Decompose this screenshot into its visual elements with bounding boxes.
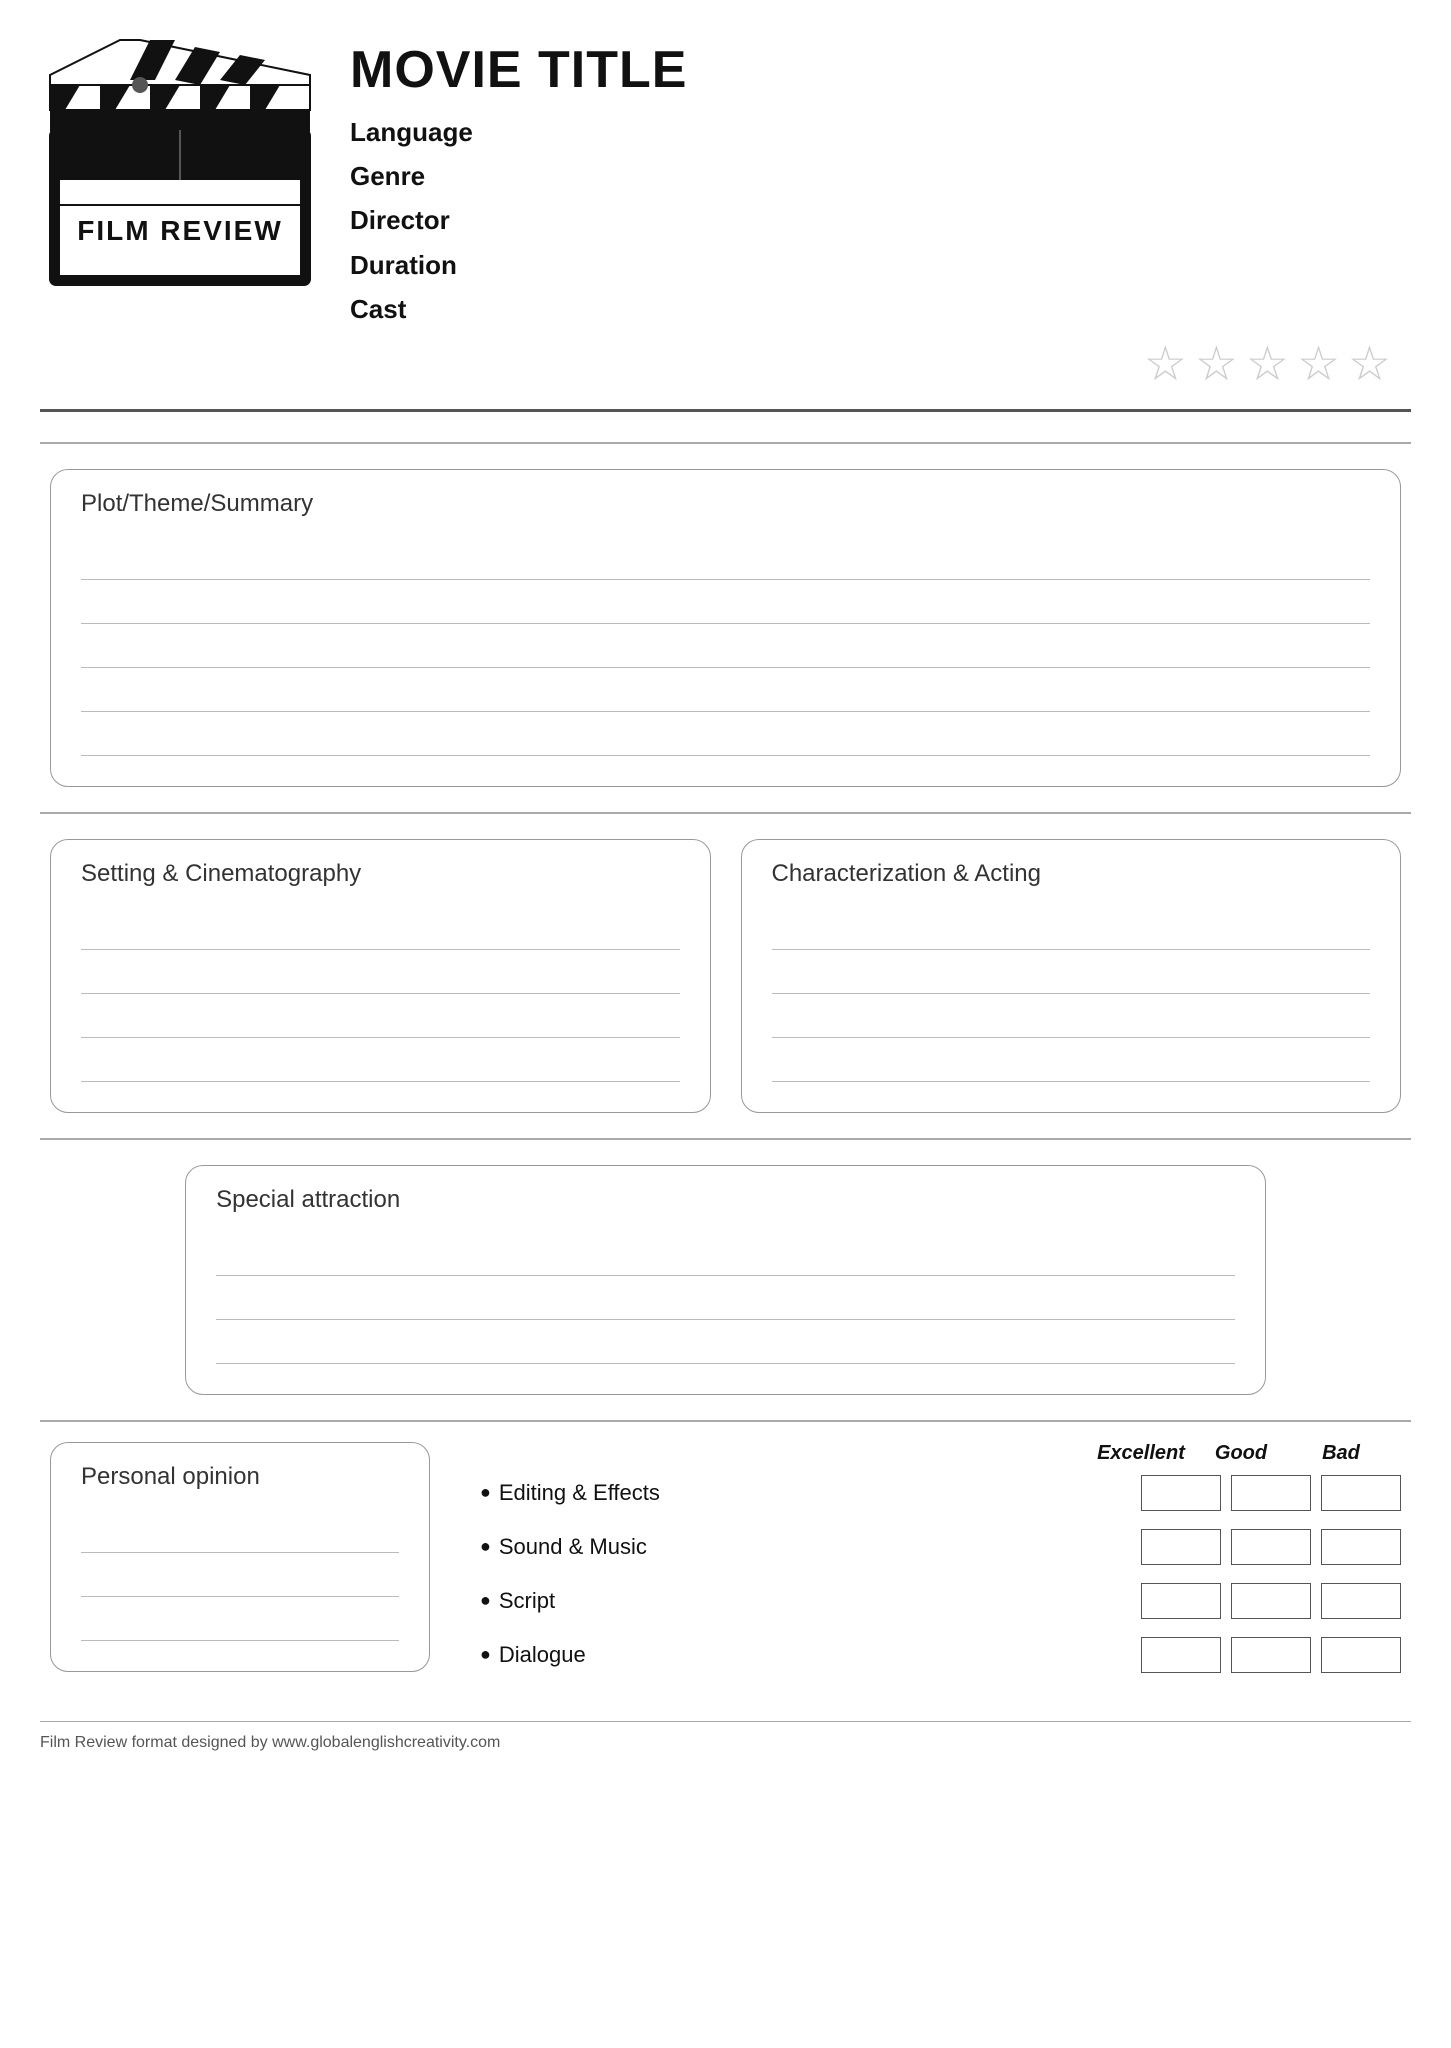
director-field: Director [350,198,1411,242]
label-dialogue: Dialogue [499,1642,1131,1668]
clapperboard-logo: FILM REVIEW [40,30,320,300]
setting-line-1[interactable] [81,906,680,950]
setting-line-3[interactable] [81,994,680,1038]
editing-good-checkbox[interactable] [1231,1475,1311,1511]
plot-line-3[interactable] [81,624,1370,668]
col-good: Good [1191,1442,1291,1465]
star-5[interactable]: ☆ [1348,341,1391,389]
ratings-header: Excellent Good Bad [480,1442,1401,1465]
char-line-3[interactable] [772,994,1371,1038]
bottom-section: Personal opinion Excellent Good Bad ● Ed… [40,1420,1411,1711]
sound-bad-checkbox[interactable] [1321,1529,1401,1565]
language-field: Language [350,110,1411,154]
footer-text: Film Review format designed by www.globa… [40,1734,500,1751]
editing-excellent-checkbox[interactable] [1141,1475,1221,1511]
rating-row-sound: ● Sound & Music [480,1529,1401,1565]
movie-meta: Language Genre Director Duration Cast [350,110,1411,331]
plot-line-1[interactable] [81,536,1370,580]
checkboxes-script [1131,1583,1401,1619]
label-sound: Sound & Music [499,1534,1131,1560]
star-4[interactable]: ☆ [1297,341,1340,389]
personal-title: Personal opinion [81,1463,399,1491]
sound-excellent-checkbox[interactable] [1141,1529,1221,1565]
label-editing: Editing & Effects [499,1480,1131,1506]
setting-lines [81,906,680,1082]
char-line-4[interactable] [772,1038,1371,1082]
svg-text:FILM REVIEW: FILM REVIEW [77,215,283,246]
special-line-1[interactable] [216,1232,1235,1276]
plot-lines [81,536,1370,756]
bullet-editing: ● [480,1482,491,1503]
special-title: Special attraction [216,1186,1235,1214]
label-script: Script [499,1588,1131,1614]
personal-box: Personal opinion [50,1442,430,1672]
personal-line-3[interactable] [81,1597,399,1641]
movie-title: MOVIE TITLE [350,40,1411,100]
two-col-section: Setting & Cinematography Characterizatio… [40,812,1411,1138]
movie-info: MOVIE TITLE Language Genre Director Dura… [350,30,1411,389]
special-line-3[interactable] [216,1320,1235,1364]
cast-field: Cast [350,287,1411,331]
checkboxes-editing [1131,1475,1401,1511]
plot-line-5[interactable] [81,712,1370,756]
star-1[interactable]: ☆ [1144,341,1187,389]
duration-field: Duration [350,243,1411,287]
plot-line-2[interactable] [81,580,1370,624]
characterization-lines [772,906,1371,1082]
bullet-dialogue: ● [480,1644,491,1665]
setting-title: Setting & Cinematography [81,860,680,888]
setting-line-2[interactable] [81,950,680,994]
special-lines [216,1232,1235,1364]
char-line-2[interactable] [772,950,1371,994]
rating-row-editing: ● Editing & Effects [480,1475,1401,1511]
plot-box: Plot/Theme/Summary [50,469,1401,787]
star-rating[interactable]: ☆ ☆ ☆ ☆ ☆ [350,341,1411,389]
col-bad: Bad [1291,1442,1391,1465]
footer: Film Review format designed by www.globa… [40,1721,1411,1752]
checkboxes-sound [1131,1529,1401,1565]
personal-line-2[interactable] [81,1553,399,1597]
bullet-script: ● [480,1590,491,1611]
col-excellent: Excellent [1091,1442,1191,1465]
rating-row-script: ● Script [480,1583,1401,1619]
dialogue-bad-checkbox[interactable] [1321,1637,1401,1673]
personal-lines [81,1509,399,1641]
setting-box: Setting & Cinematography [50,839,711,1113]
special-box: Special attraction [185,1165,1266,1395]
star-3[interactable]: ☆ [1246,341,1289,389]
rating-row-dialogue: ● Dialogue [480,1637,1401,1673]
script-bad-checkbox[interactable] [1321,1583,1401,1619]
script-good-checkbox[interactable] [1231,1583,1311,1619]
editing-bad-checkbox[interactable] [1321,1475,1401,1511]
genre-field: Genre [350,154,1411,198]
plot-title: Plot/Theme/Summary [81,490,1370,518]
characterization-box: Characterization & Acting [741,839,1402,1113]
personal-line-1[interactable] [81,1509,399,1553]
plot-section: Plot/Theme/Summary [40,442,1411,812]
bullet-sound: ● [480,1536,491,1557]
setting-line-4[interactable] [81,1038,680,1082]
ratings-area: Excellent Good Bad ● Editing & Effects ●… [460,1442,1401,1691]
dialogue-excellent-checkbox[interactable] [1141,1637,1221,1673]
char-line-1[interactable] [772,906,1371,950]
checkboxes-dialogue [1131,1637,1401,1673]
sound-good-checkbox[interactable] [1231,1529,1311,1565]
dialogue-good-checkbox[interactable] [1231,1637,1311,1673]
special-section: Special attraction [40,1138,1411,1420]
special-line-2[interactable] [216,1276,1235,1320]
header: FILM REVIEW MOVIE TITLE [40,30,1411,412]
personal-opinion-area: Personal opinion [50,1442,430,1672]
script-excellent-checkbox[interactable] [1141,1583,1221,1619]
star-2[interactable]: ☆ [1195,341,1238,389]
plot-line-4[interactable] [81,668,1370,712]
characterization-title: Characterization & Acting [772,860,1371,888]
